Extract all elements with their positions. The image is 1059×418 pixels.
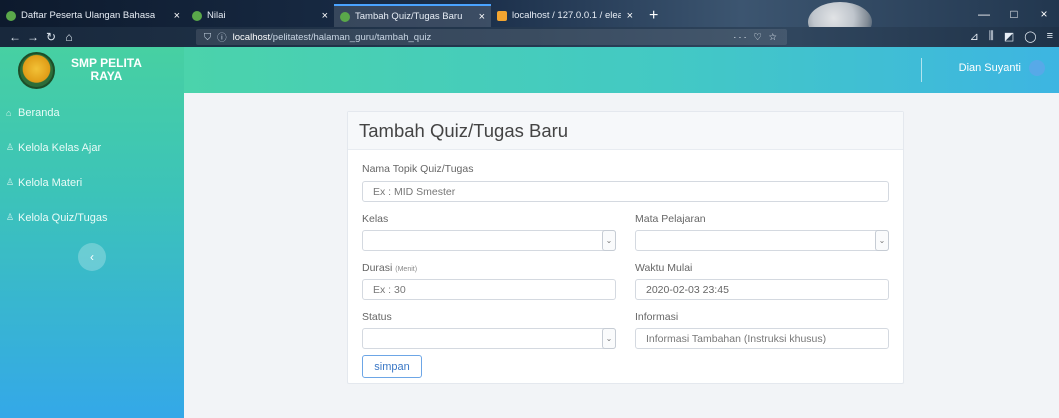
waktu-input[interactable]: 2020-02-03 23:45 <box>635 279 889 300</box>
url-bar[interactable]: ⛉ ⓘ localhost /pelitatest/halaman_guru/t… <box>196 29 787 45</box>
browser-tab-phpmyadmin[interactable]: localhost / 127.0.0.1 / elearning × <box>491 4 639 27</box>
user-name: Dian Suyanti <box>958 62 1021 74</box>
chevron-down-icon: ⌄ <box>602 230 616 251</box>
sidebar-item-label: Kelola Kelas Ajar <box>18 141 102 154</box>
browser-nav-bar: ← → ↻ ⌂ ⛉ ⓘ localhost /pelitatest/halama… <box>0 27 1059 47</box>
back-icon[interactable]: ← <box>6 30 24 44</box>
site-favicon-icon <box>192 10 202 21</box>
kelas-label: Kelas <box>362 213 389 225</box>
topic-label: Nama Topik Quiz/Tugas <box>362 163 474 175</box>
browser-tab-nilai[interactable]: Nilai × <box>186 4 334 27</box>
toolbar-icons: ⊿ ⫼ ◩ ◯ ≡ <box>970 30 1053 43</box>
sidebar-menu: ⌂ Beranda ♙ Kelola Kelas Ajar ♙ Kelola M… <box>0 95 184 235</box>
status-select[interactable]: ⌄ <box>362 328 616 349</box>
durasi-input[interactable]: Ex : 30 <box>362 279 616 300</box>
menu-icon[interactable]: ≡ <box>1047 30 1053 43</box>
shield-icon: ⛉ <box>204 31 212 43</box>
sidebar-item-kelola-kelas-ajar[interactable]: ♙ Kelola Kelas Ajar <box>0 130 184 165</box>
library-icon[interactable]: ⫼ <box>989 30 994 43</box>
info-label: Informasi <box>635 311 679 323</box>
window-controls: — □ × <box>969 0 1059 27</box>
topic-input[interactable]: Ex : MID Smester <box>362 181 889 202</box>
tab-label: localhost / 127.0.0.1 / elearning <box>512 10 621 21</box>
sidebar-collapse-button[interactable]: ‹ <box>78 243 106 271</box>
page-title: Tambah Quiz/Tugas Baru <box>348 112 903 150</box>
reload-icon[interactable]: ↻ <box>42 30 60 44</box>
brand-line2: RAYA <box>90 69 123 83</box>
url-path: /pelitatest/halaman_guru/tambah_quiz <box>270 31 432 43</box>
durasi-label: Durasi (Menit) <box>362 262 417 274</box>
home-icon: ⌂ <box>6 107 12 118</box>
chevron-down-icon: ⌄ <box>875 230 889 251</box>
tab-label: Tambah Quiz/Tugas Baru <box>355 11 463 22</box>
durasi-label-text: Durasi <box>362 262 393 274</box>
info-icon: ⓘ <box>217 33 227 44</box>
sidebar-item-label: Kelola Quiz/Tugas <box>18 211 108 224</box>
pin-icon[interactable]: ⊿ <box>970 30 979 43</box>
app: SMP PELITA RAYA ⌂ Beranda ♙ Kelola Kelas… <box>0 47 1059 418</box>
status-label: Status <box>362 311 392 323</box>
chevron-down-icon: ⌄ <box>602 328 616 349</box>
save-button[interactable]: simpan <box>362 355 422 378</box>
forward-icon[interactable]: → <box>24 30 42 44</box>
browser-tab-bar: Daftar Peserta Ulangan Bahasa × Nilai × … <box>0 0 1059 27</box>
sidebar: SMP PELITA RAYA ⌂ Beranda ♙ Kelola Kelas… <box>0 47 184 418</box>
navbar-divider <box>921 58 922 82</box>
close-tab-icon[interactable]: × <box>621 10 633 22</box>
maximize-button[interactable]: □ <box>999 7 1029 21</box>
site-favicon-icon <box>6 10 16 21</box>
minimize-button[interactable]: — <box>969 7 999 21</box>
close-tab-icon[interactable]: × <box>316 10 328 22</box>
sidebar-item-kelola-quiz-tugas[interactable]: ♙ Kelola Quiz/Tugas <box>0 200 184 235</box>
close-tab-icon[interactable]: × <box>168 10 180 22</box>
mapel-select[interactable]: ⌄ <box>635 230 889 251</box>
info-input[interactable]: Informasi Tambahan (Instruksi khusus) <box>635 328 889 349</box>
durasi-unit: (Menit) <box>395 266 418 273</box>
main-content: Tambah Quiz/Tugas Baru Nama Topik Quiz/T… <box>184 93 1059 418</box>
mapel-label: Mata Pelajaran <box>635 213 706 225</box>
account-icon[interactable]: ◯ <box>1024 30 1036 43</box>
top-navbar: Dian Suyanti <box>184 47 1059 93</box>
page-actions-icons[interactable]: ··· ♡ ☆ <box>733 32 779 43</box>
close-window-button[interactable]: × <box>1029 7 1059 21</box>
brand-name: SMP PELITA RAYA <box>71 57 142 83</box>
waktu-label: Waktu Mulai <box>635 262 693 274</box>
browser-tab-daftar-peserta[interactable]: Daftar Peserta Ulangan Bahasa × <box>0 4 186 27</box>
user-icon: ♙ <box>6 142 15 152</box>
kelas-select[interactable]: ⌄ <box>362 230 616 251</box>
sidebar-item-beranda[interactable]: ⌂ Beranda <box>0 95 184 130</box>
home-nav-icon[interactable]: ⌂ <box>60 30 78 44</box>
user-icon: ♙ <box>6 177 15 187</box>
url-host: localhost <box>232 31 271 43</box>
sidebar-item-kelola-materi[interactable]: ♙ Kelola Materi <box>0 165 184 200</box>
tab-label: Nilai <box>207 10 226 21</box>
phpmyadmin-favicon-icon <box>497 10 507 21</box>
site-favicon-icon <box>340 11 350 22</box>
new-tab-button[interactable]: + <box>639 4 668 27</box>
quiz-form-card: Tambah Quiz/Tugas Baru Nama Topik Quiz/T… <box>347 111 904 384</box>
user-menu[interactable]: Dian Suyanti <box>959 60 1045 76</box>
brand[interactable]: SMP PELITA RAYA <box>0 47 184 93</box>
school-logo <box>18 51 55 89</box>
sidebar-item-label: Beranda <box>18 106 60 119</box>
close-tab-icon[interactable]: × <box>473 11 485 23</box>
browser-tab-tambah-quiz[interactable]: Tambah Quiz/Tugas Baru × <box>334 4 491 27</box>
sidebar-item-label: Kelola Materi <box>18 176 83 189</box>
user-avatar-icon <box>1029 60 1045 76</box>
tab-label: Daftar Peserta Ulangan Bahasa <box>21 10 156 21</box>
extension-icon[interactable]: ◩ <box>1004 30 1014 43</box>
user-icon: ♙ <box>6 212 15 222</box>
